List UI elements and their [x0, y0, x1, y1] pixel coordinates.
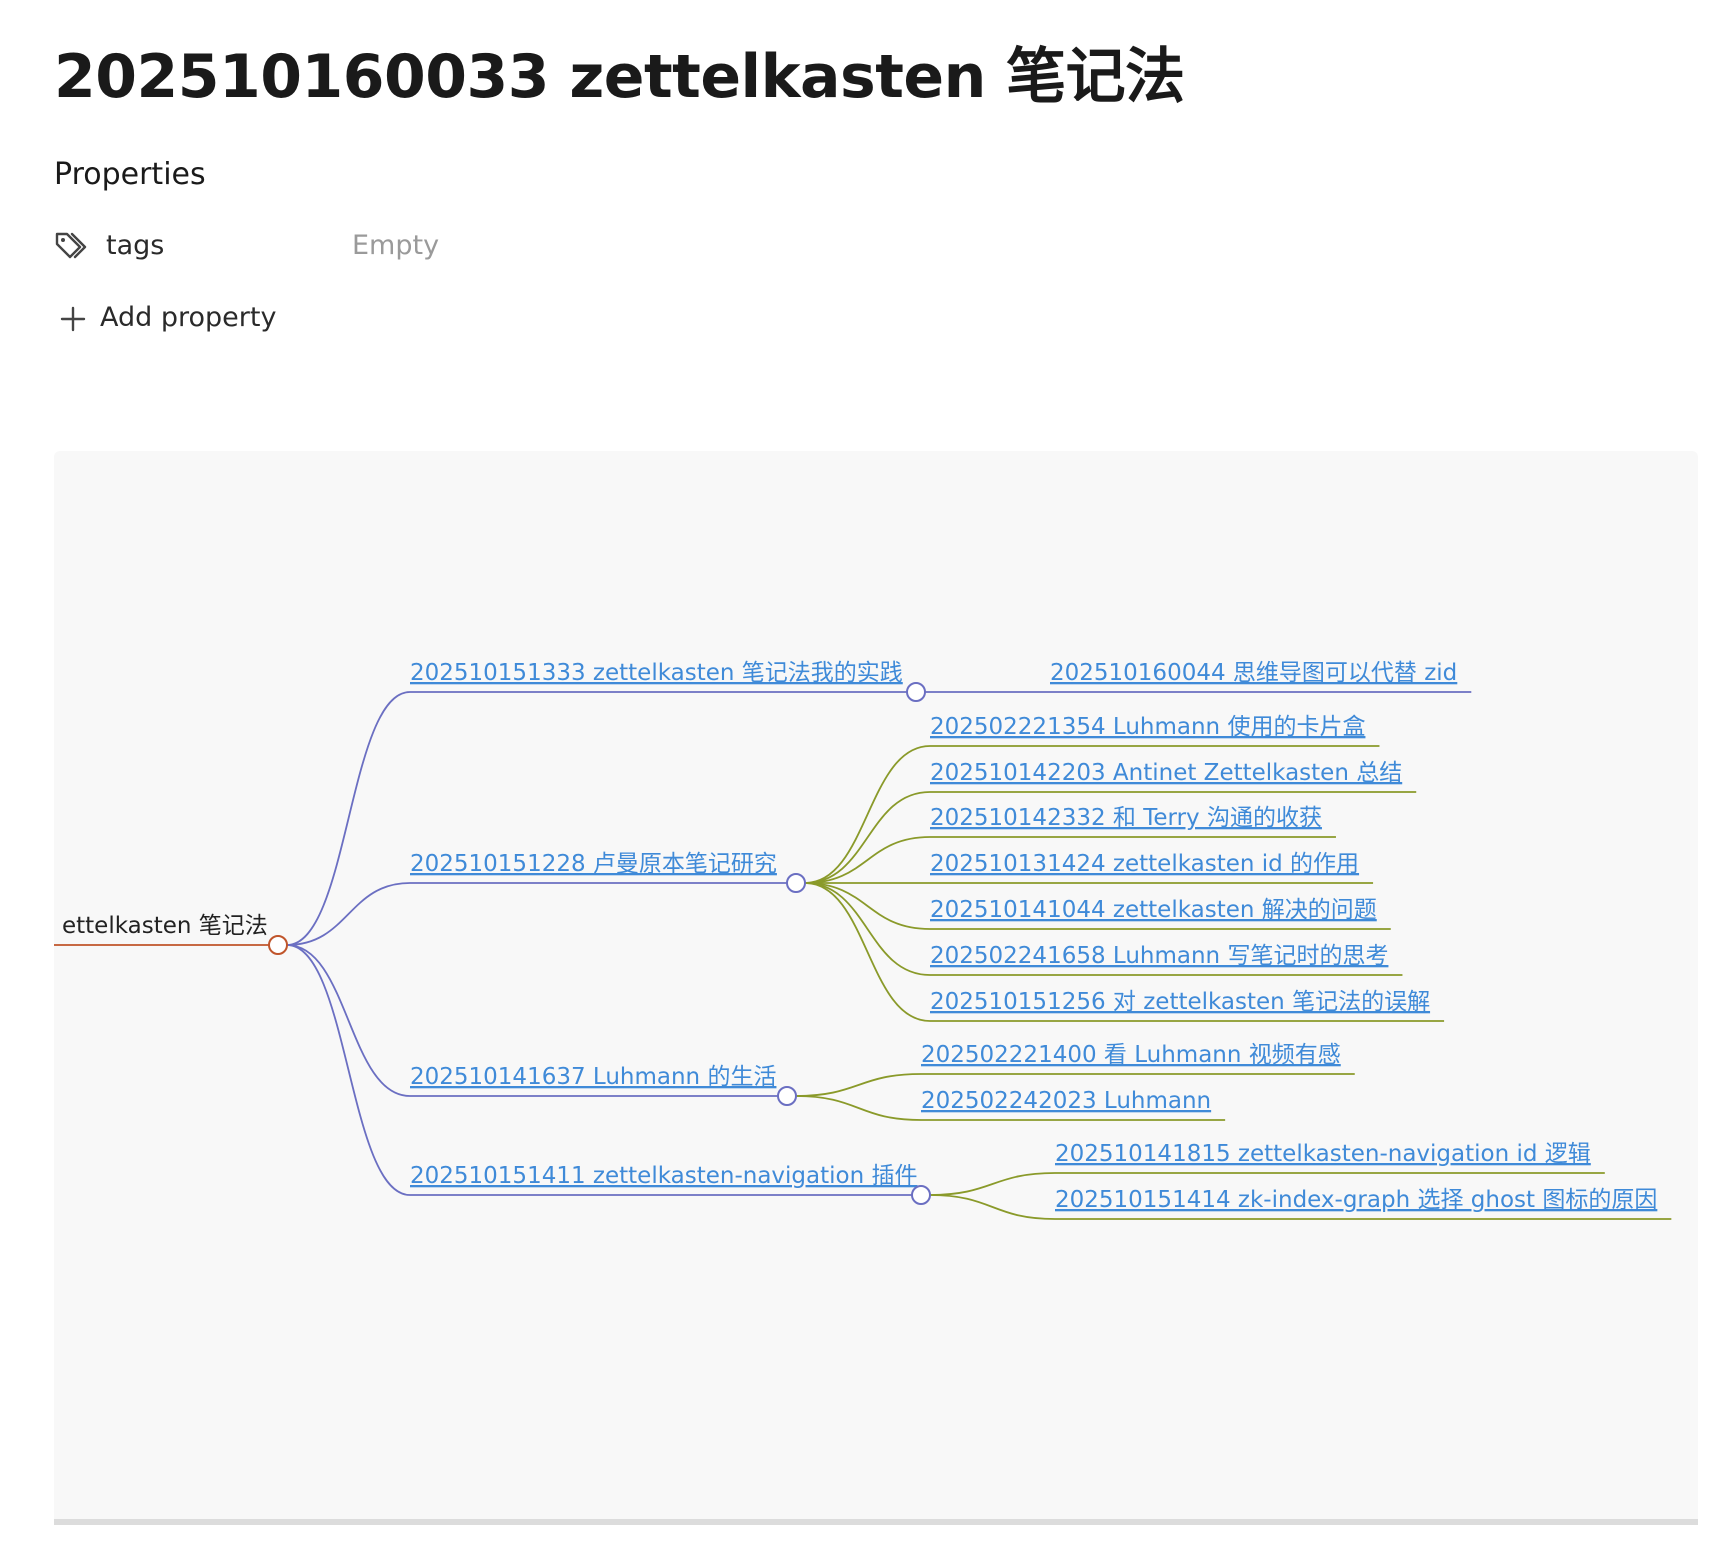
property-value[interactable]: Empty: [352, 230, 439, 261]
mindmap-branch-2[interactable]: 202510141637 Luhmann 的生活: [410, 1064, 776, 1090]
leaf-branch-1-2: [804, 836, 931, 884]
leaf-branch-1-1: [804, 791, 931, 884]
leaf-branch-3-1: [929, 1194, 1056, 1220]
add-property-label: Add property: [100, 302, 277, 333]
root-branch-0: [286, 691, 411, 946]
mindmap-root-label[interactable]: ettelkasten 笔记法: [62, 913, 268, 939]
branch-node-2[interactable]: [777, 1086, 797, 1106]
mindmap-leaf-1-6[interactable]: 202510151256 对 zettelkasten 笔记法的误解: [930, 989, 1430, 1015]
branch-node-0[interactable]: [906, 682, 926, 702]
mindmap-leaf-1-3[interactable]: 202510131424 zettelkasten id 的作用: [930, 851, 1359, 877]
note-page: 202510160033 zettelkasten 笔记法 Properties…: [0, 0, 1726, 1546]
mindmap-leaf-2-0[interactable]: 202502221400 看 Luhmann 视频有感: [921, 1042, 1341, 1068]
mindmap-leaf-3-0[interactable]: 202510141815 zettelkasten-navigation id …: [1055, 1141, 1591, 1167]
branch-node-1[interactable]: [786, 873, 806, 893]
leaf-branch-1-0: [804, 745, 931, 884]
mindmap-leaf-1-1[interactable]: 202510142203 Antinet Zettelkasten 总结: [930, 760, 1402, 786]
leaf-branch-1-5: [804, 882, 931, 976]
branch-node-3[interactable]: [911, 1185, 931, 1205]
properties-heading[interactable]: Properties: [54, 157, 206, 192]
property-key[interactable]: tags: [106, 230, 164, 261]
page-title[interactable]: 202510160033 zettelkasten 笔记法: [54, 28, 1185, 115]
root-branch-3: [286, 944, 411, 1196]
panel-scrollbar[interactable]: [54, 1519, 1698, 1525]
mindmap-canvas[interactable]: ettelkasten 笔记法 202510151333 zettelkasten…: [54, 451, 1698, 1525]
mindmap-branch-0[interactable]: 202510151333 zettelkasten 笔记法我的实践: [410, 660, 903, 686]
mindmap-panel[interactable]: ettelkasten 笔记法 202510151333 zettelkasten…: [54, 451, 1698, 1525]
mindmap-leaf-3-1[interactable]: 202510151414 zk-index-graph 选择 ghost 图标的…: [1055, 1187, 1657, 1213]
leaf-branch-2-1: [795, 1095, 922, 1121]
mindmap-branch-3[interactable]: 202510151411 zettelkasten-navigation 插件: [410, 1163, 917, 1189]
leaf-branch-1-6: [804, 882, 931, 1022]
property-row-tags[interactable]: tags Empty: [54, 228, 654, 268]
mindmap-leaf-1-0[interactable]: 202502221354 Luhmann 使用的卡片盒: [930, 714, 1365, 740]
plus-icon: [60, 306, 86, 332]
leaf-branch-1-4: [804, 882, 931, 930]
mindmap-leaf-0-0[interactable]: 202510160044 思维导图可以代替 zid: [1050, 660, 1457, 686]
mindmap-leaf-2-1[interactable]: 202502242023 Luhmann: [921, 1088, 1211, 1114]
mindmap-branch-1[interactable]: 202510151228 卢曼原本笔记研究: [410, 851, 777, 877]
mindmap-leaf-1-5[interactable]: 202502241658 Luhmann 写笔记时的思考: [930, 943, 1388, 969]
leaf-branch-3-0: [929, 1172, 1056, 1196]
tags-icon: [55, 232, 87, 259]
mindmap-leaf-1-4[interactable]: 202510141044 zettelkasten 解决的问题: [930, 897, 1377, 923]
leaf-branch-2-0: [795, 1073, 922, 1097]
root-node[interactable]: [268, 935, 288, 955]
mindmap-leaf-1-2[interactable]: 202510142332 和 Terry 沟通的收获: [930, 805, 1322, 831]
